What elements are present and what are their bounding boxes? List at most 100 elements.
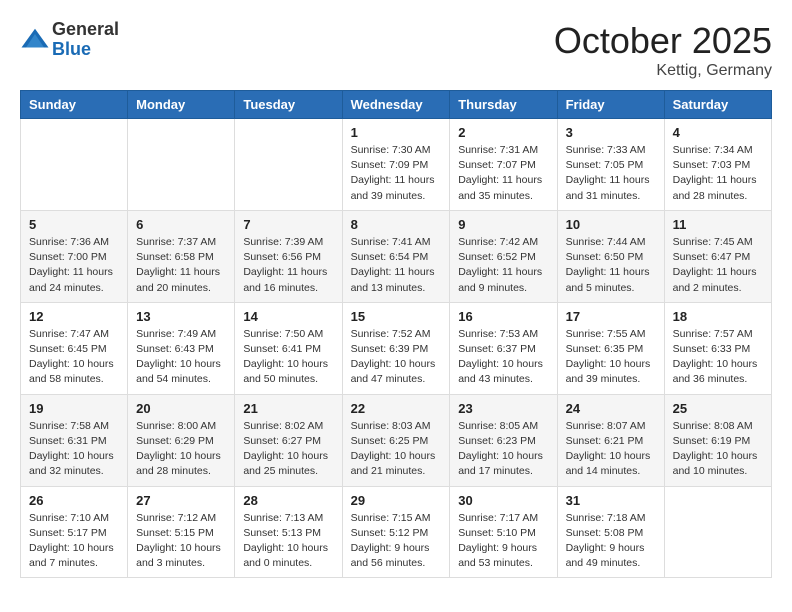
day-number: 18: [673, 309, 763, 324]
calendar-cell: 22Sunrise: 8:03 AM Sunset: 6:25 PM Dayli…: [342, 394, 450, 486]
day-number: 4: [673, 125, 763, 140]
day-info: Sunrise: 7:57 AM Sunset: 6:33 PM Dayligh…: [673, 327, 763, 388]
day-number: 25: [673, 401, 763, 416]
day-info: Sunrise: 7:49 AM Sunset: 6:43 PM Dayligh…: [136, 327, 226, 388]
day-number: 1: [351, 125, 442, 140]
calendar-cell: 15 Sunrise: 7:52 AM Sunset: 6:39 PM Dayli…: [342, 302, 450, 394]
day-info: Sunrise: 7:36 AM Sunset: 7:00 PM Dayligh…: [29, 235, 119, 296]
day-info: Sunrise: 7:44 AM Sunset: 6:50 PM Dayligh…: [566, 235, 656, 296]
calendar-week-row: 26 Sunrise: 7:10 AM Sunset: 5:17 PM Dayli…: [21, 486, 772, 578]
calendar-week-row: 12Sunrise: 7:47 AM Sunset: 6:45 PM Dayli…: [21, 302, 772, 394]
calendar-cell: 21Sunrise: 8:02 AM Sunset: 6:27 PM Dayli…: [235, 394, 342, 486]
day-number: 20: [136, 401, 226, 416]
day-number: 24: [566, 401, 656, 416]
day-number: 27: [136, 493, 226, 508]
day-info: Sunrise: 7:18 AM Sunset: 5:08 PM Dayligh…: [566, 511, 656, 572]
calendar-cell: 30 Sunrise: 7:17 AM Sunset: 5:10 PM Dayli…: [450, 486, 557, 578]
weekday-header: Monday: [128, 91, 235, 119]
month-title: October 2025: [554, 20, 772, 62]
calendar-cell: 11Sunrise: 7:45 AM Sunset: 6:47 PM Dayli…: [664, 210, 771, 302]
day-number: 10: [566, 217, 656, 232]
day-number: 26: [29, 493, 119, 508]
day-number: 17: [566, 309, 656, 324]
day-info: Sunrise: 7:10 AM Sunset: 5:17 PM Dayligh…: [29, 511, 119, 572]
day-info: Sunrise: 8:00 AM Sunset: 6:29 PM Dayligh…: [136, 419, 226, 480]
calendar-cell: 17 Sunrise: 7:55 AM Sunset: 6:35 PM Dayli…: [557, 302, 664, 394]
day-info: Sunrise: 7:47 AM Sunset: 6:45 PM Dayligh…: [29, 327, 119, 388]
day-number: 3: [566, 125, 656, 140]
title-block: October 2025 Kettig, Germany: [554, 20, 772, 80]
page-header: General Blue October 2025 Kettig, German…: [20, 20, 772, 80]
logo: General Blue: [20, 20, 119, 60]
calendar-cell: 28 Sunrise: 7:13 AM Sunset: 5:13 PM Dayli…: [235, 486, 342, 578]
day-info: Sunrise: 7:58 AM Sunset: 6:31 PM Dayligh…: [29, 419, 119, 480]
day-info: Sunrise: 7:45 AM Sunset: 6:47 PM Dayligh…: [673, 235, 763, 296]
day-info: Sunrise: 7:52 AM Sunset: 6:39 PM Dayligh…: [351, 327, 442, 388]
weekday-header: Sunday: [21, 91, 128, 119]
day-info: Sunrise: 7:37 AM Sunset: 6:58 PM Dayligh…: [136, 235, 226, 296]
calendar-cell: [664, 486, 771, 578]
calendar-cell: 31 Sunrise: 7:18 AM Sunset: 5:08 PM Dayli…: [557, 486, 664, 578]
calendar-cell: 20 Sunrise: 8:00 AM Sunset: 6:29 PM Dayli…: [128, 394, 235, 486]
day-number: 14: [243, 309, 333, 324]
day-info: Sunrise: 8:07 AM Sunset: 6:21 PM Dayligh…: [566, 419, 656, 480]
day-info: Sunrise: 7:53 AM Sunset: 6:37 PM Dayligh…: [458, 327, 548, 388]
calendar-cell: 10 Sunrise: 7:44 AM Sunset: 6:50 PM Dayli…: [557, 210, 664, 302]
weekday-header: Friday: [557, 91, 664, 119]
day-number: 5: [29, 217, 119, 232]
calendar-cell: 9 Sunrise: 7:42 AM Sunset: 6:52 PM Daylig…: [450, 210, 557, 302]
day-number: 9: [458, 217, 548, 232]
calendar-cell: 13 Sunrise: 7:49 AM Sunset: 6:43 PM Dayli…: [128, 302, 235, 394]
day-number: 30: [458, 493, 548, 508]
logo-general: General: [52, 20, 119, 40]
day-info: Sunrise: 7:17 AM Sunset: 5:10 PM Dayligh…: [458, 511, 548, 572]
calendar-cell: 24 Sunrise: 8:07 AM Sunset: 6:21 PM Dayli…: [557, 394, 664, 486]
calendar-cell: 29Sunrise: 7:15 AM Sunset: 5:12 PM Dayli…: [342, 486, 450, 578]
weekday-header: Tuesday: [235, 91, 342, 119]
calendar-cell: 5 Sunrise: 7:36 AM Sunset: 7:00 PM Daylig…: [21, 210, 128, 302]
calendar-cell: 6 Sunrise: 7:37 AM Sunset: 6:58 PM Daylig…: [128, 210, 235, 302]
calendar-cell: 18 Sunrise: 7:57 AM Sunset: 6:33 PM Dayli…: [664, 302, 771, 394]
calendar-cell: [235, 119, 342, 211]
calendar-cell: 26 Sunrise: 7:10 AM Sunset: 5:17 PM Dayli…: [21, 486, 128, 578]
calendar-cell: 27 Sunrise: 7:12 AM Sunset: 5:15 PM Dayli…: [128, 486, 235, 578]
day-number: 8: [351, 217, 442, 232]
day-info: Sunrise: 8:08 AM Sunset: 6:19 PM Dayligh…: [673, 419, 763, 480]
weekday-header: Wednesday: [342, 91, 450, 119]
calendar-cell: 7 Sunrise: 7:39 AM Sunset: 6:56 PM Daylig…: [235, 210, 342, 302]
calendar-cell: 23Sunrise: 8:05 AM Sunset: 6:23 PM Dayli…: [450, 394, 557, 486]
day-info: Sunrise: 8:02 AM Sunset: 6:27 PM Dayligh…: [243, 419, 333, 480]
logo-icon: [20, 25, 50, 55]
day-number: 28: [243, 493, 333, 508]
location: Kettig, Germany: [554, 62, 772, 80]
calendar-week-row: 1Sunrise: 7:30 AM Sunset: 7:09 PM Daylig…: [21, 119, 772, 211]
day-number: 13: [136, 309, 226, 324]
day-number: 31: [566, 493, 656, 508]
day-info: Sunrise: 7:42 AM Sunset: 6:52 PM Dayligh…: [458, 235, 548, 296]
day-info: Sunrise: 7:15 AM Sunset: 5:12 PM Dayligh…: [351, 511, 442, 572]
day-number: 6: [136, 217, 226, 232]
day-number: 16: [458, 309, 548, 324]
calendar-table: SundayMondayTuesdayWednesdayThursdayFrid…: [20, 90, 772, 578]
calendar-cell: 19Sunrise: 7:58 AM Sunset: 6:31 PM Dayli…: [21, 394, 128, 486]
calendar-cell: [21, 119, 128, 211]
day-number: 15: [351, 309, 442, 324]
calendar-cell: 8Sunrise: 7:41 AM Sunset: 6:54 PM Daylig…: [342, 210, 450, 302]
calendar-week-row: 19Sunrise: 7:58 AM Sunset: 6:31 PM Dayli…: [21, 394, 772, 486]
calendar-cell: 25 Sunrise: 8:08 AM Sunset: 6:19 PM Dayli…: [664, 394, 771, 486]
day-info: Sunrise: 7:31 AM Sunset: 7:07 PM Dayligh…: [458, 143, 548, 204]
day-info: Sunrise: 7:50 AM Sunset: 6:41 PM Dayligh…: [243, 327, 333, 388]
day-info: Sunrise: 7:34 AM Sunset: 7:03 PM Dayligh…: [673, 143, 763, 204]
day-info: Sunrise: 7:55 AM Sunset: 6:35 PM Dayligh…: [566, 327, 656, 388]
calendar-cell: 3 Sunrise: 7:33 AM Sunset: 7:05 PM Daylig…: [557, 119, 664, 211]
day-info: Sunrise: 7:33 AM Sunset: 7:05 PM Dayligh…: [566, 143, 656, 204]
day-info: Sunrise: 7:39 AM Sunset: 6:56 PM Dayligh…: [243, 235, 333, 296]
day-number: 23: [458, 401, 548, 416]
day-number: 22: [351, 401, 442, 416]
calendar-cell: 4 Sunrise: 7:34 AM Sunset: 7:03 PM Daylig…: [664, 119, 771, 211]
day-info: Sunrise: 7:13 AM Sunset: 5:13 PM Dayligh…: [243, 511, 333, 572]
day-info: Sunrise: 7:12 AM Sunset: 5:15 PM Dayligh…: [136, 511, 226, 572]
logo-blue: Blue: [52, 40, 119, 60]
calendar-week-row: 5 Sunrise: 7:36 AM Sunset: 7:00 PM Daylig…: [21, 210, 772, 302]
day-number: 7: [243, 217, 333, 232]
